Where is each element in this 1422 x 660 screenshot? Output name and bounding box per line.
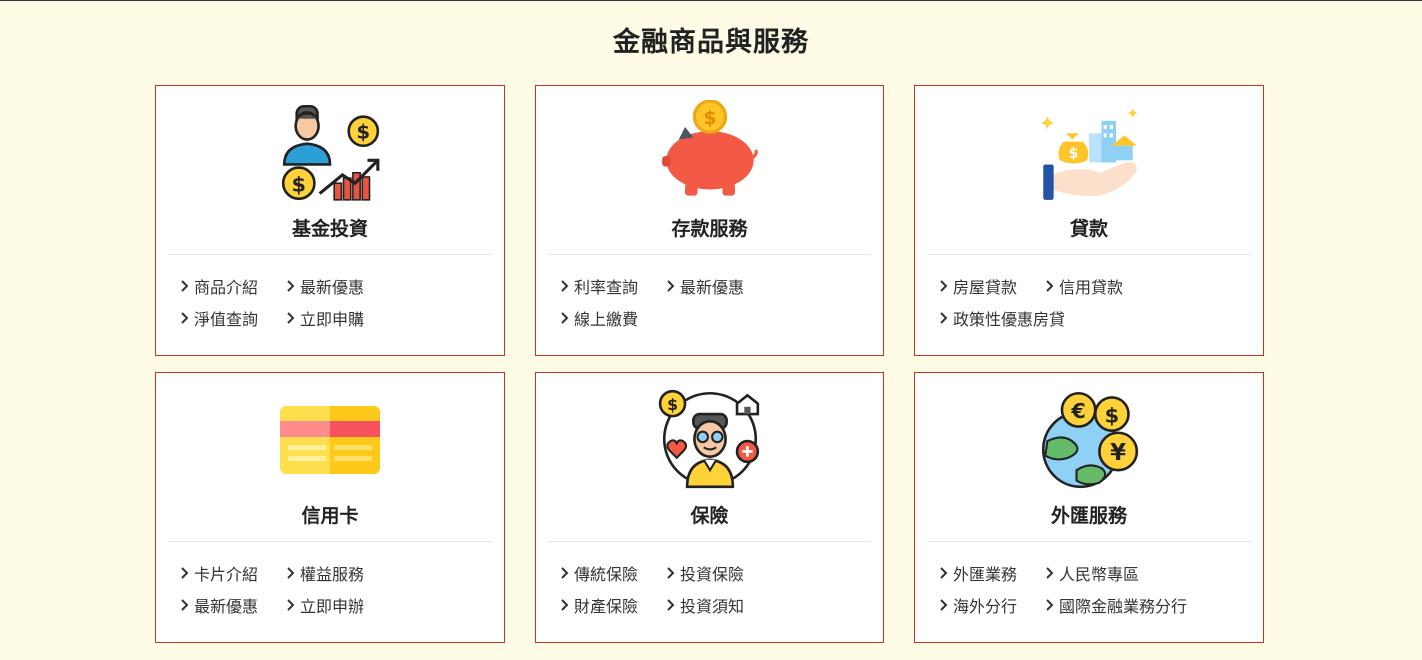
chevron-right-icon bbox=[940, 280, 948, 292]
services-grid: $ $ 基金投資 商品介紹 最新優惠 淨值查詢 立即申購 $ 存款服務 利率查詢… bbox=[155, 85, 1264, 643]
link-personal-loan[interactable]: 信用貸款 bbox=[1043, 276, 1253, 297]
chevron-right-icon bbox=[1046, 567, 1054, 579]
chevron-right-icon bbox=[667, 567, 675, 579]
card-forex-services: € $ ¥ 外匯服務 外匯業務 人民幣專區 海外分行 國際金融業務分行 bbox=[914, 372, 1264, 643]
link-policy-mortgage[interactable]: 政策性優惠房貸 bbox=[937, 308, 1253, 329]
chevron-right-icon bbox=[181, 312, 189, 324]
divider bbox=[927, 254, 1251, 255]
divider bbox=[168, 541, 492, 542]
chevron-right-icon bbox=[181, 599, 189, 611]
foreign-exchange-icon: € $ ¥ bbox=[915, 387, 1263, 491]
card-links: 房屋貸款 信用貸款 政策性優惠房貸 bbox=[937, 276, 1253, 329]
divider bbox=[548, 254, 871, 255]
link-investment-notice[interactable]: 投資須知 bbox=[664, 595, 873, 616]
link-latest-offers[interactable]: 最新優惠 bbox=[284, 276, 494, 297]
card-title: 保險 bbox=[690, 505, 729, 527]
chevron-right-icon bbox=[940, 599, 948, 611]
chevron-right-icon bbox=[561, 567, 569, 579]
link-apply-now[interactable]: 立即申辦 bbox=[284, 595, 494, 616]
chevron-right-icon bbox=[287, 280, 295, 292]
card-title: 信用卡 bbox=[301, 505, 359, 527]
card-title: 基金投資 bbox=[291, 218, 368, 240]
svg-text:$: $ bbox=[703, 108, 716, 129]
card-credit-card: 信用卡 卡片介紹 權益服務 最新優惠 立即申辦 bbox=[155, 372, 505, 643]
link-obu-branches[interactable]: 國際金融業務分行 bbox=[1043, 595, 1253, 616]
divider bbox=[168, 254, 492, 255]
divider bbox=[927, 541, 1251, 542]
card-title: 貸款 bbox=[1069, 218, 1108, 240]
link-traditional-insurance[interactable]: 傳統保險 bbox=[558, 563, 664, 584]
card-links: 商品介紹 最新優惠 淨值查詢 立即申購 bbox=[178, 276, 494, 329]
card-title: 外匯服務 bbox=[1050, 505, 1127, 527]
svg-text:$: $ bbox=[1105, 403, 1119, 427]
svg-text:¥: ¥ bbox=[1110, 440, 1126, 466]
svg-text:$: $ bbox=[667, 396, 678, 414]
card-deposit-services: $ 存款服務 利率查詢 最新優惠 線上繳費 bbox=[535, 85, 884, 356]
chevron-right-icon bbox=[287, 567, 295, 579]
card-title: 存款服務 bbox=[671, 218, 748, 240]
credit-card-icon bbox=[156, 387, 504, 491]
card-links: 外匯業務 人民幣專區 海外分行 國際金融業務分行 bbox=[937, 563, 1253, 616]
chevron-right-icon bbox=[667, 280, 675, 292]
card-fund-investment: $ $ 基金投資 商品介紹 最新優惠 淨值查詢 立即申購 bbox=[155, 85, 505, 356]
page-title: 金融商品與服務 bbox=[613, 27, 809, 58]
link-nav-query[interactable]: 淨值查詢 bbox=[178, 308, 284, 329]
link-product-intro[interactable]: 商品介紹 bbox=[178, 276, 284, 297]
link-latest-offers[interactable]: 最新優惠 bbox=[178, 595, 284, 616]
link-overseas-branches[interactable]: 海外分行 bbox=[937, 595, 1043, 616]
chevron-right-icon bbox=[667, 599, 675, 611]
link-rmb-zone[interactable]: 人民幣專區 bbox=[1043, 563, 1253, 584]
chevron-right-icon bbox=[1046, 280, 1054, 292]
link-mortgage[interactable]: 房屋貸款 bbox=[937, 276, 1043, 297]
insurance-person-icon: $ bbox=[536, 387, 883, 491]
svg-text:€: € bbox=[1070, 399, 1085, 423]
chevron-right-icon bbox=[561, 312, 569, 324]
chevron-right-icon bbox=[940, 312, 948, 324]
link-card-intro[interactable]: 卡片介紹 bbox=[178, 563, 284, 584]
link-online-payment[interactable]: 線上繳費 bbox=[558, 308, 664, 329]
chevron-right-icon bbox=[181, 567, 189, 579]
investor-growth-icon: $ $ bbox=[156, 100, 504, 204]
svg-text:$: $ bbox=[1068, 145, 1078, 162]
chevron-right-icon bbox=[561, 280, 569, 292]
chevron-right-icon bbox=[287, 312, 295, 324]
link-latest-offers[interactable]: 最新優惠 bbox=[664, 276, 873, 297]
link-forex-business[interactable]: 外匯業務 bbox=[937, 563, 1043, 584]
link-benefits[interactable]: 權益服務 bbox=[284, 563, 494, 584]
loan-hand-icon: $ bbox=[915, 100, 1263, 204]
chevron-right-icon bbox=[181, 280, 189, 292]
card-links: 卡片介紹 權益服務 最新優惠 立即申辦 bbox=[178, 563, 494, 616]
card-loans: $ 貸款 房屋貸款 信用貸款 政策性優惠房貸 bbox=[914, 85, 1264, 356]
chevron-right-icon bbox=[561, 599, 569, 611]
svg-text:$: $ bbox=[356, 120, 370, 143]
card-links: 利率查詢 最新優惠 線上繳費 bbox=[558, 276, 873, 329]
card-links: 傳統保險 投資保險 財產保險 投資須知 bbox=[558, 563, 873, 616]
svg-text:$: $ bbox=[292, 173, 306, 197]
divider bbox=[548, 541, 871, 542]
link-investment-insurance[interactable]: 投資保險 bbox=[664, 563, 873, 584]
link-subscribe-now[interactable]: 立即申購 bbox=[284, 308, 494, 329]
card-insurance: $ 保險 傳統保險 投資保險 財產保險 投資須知 bbox=[535, 372, 884, 643]
piggy-bank-icon: $ bbox=[536, 100, 883, 204]
link-rate-query[interactable]: 利率查詢 bbox=[558, 276, 664, 297]
link-property-insurance[interactable]: 財產保險 bbox=[558, 595, 664, 616]
chevron-right-icon bbox=[287, 599, 295, 611]
chevron-right-icon bbox=[940, 567, 948, 579]
chevron-right-icon bbox=[1046, 599, 1054, 611]
